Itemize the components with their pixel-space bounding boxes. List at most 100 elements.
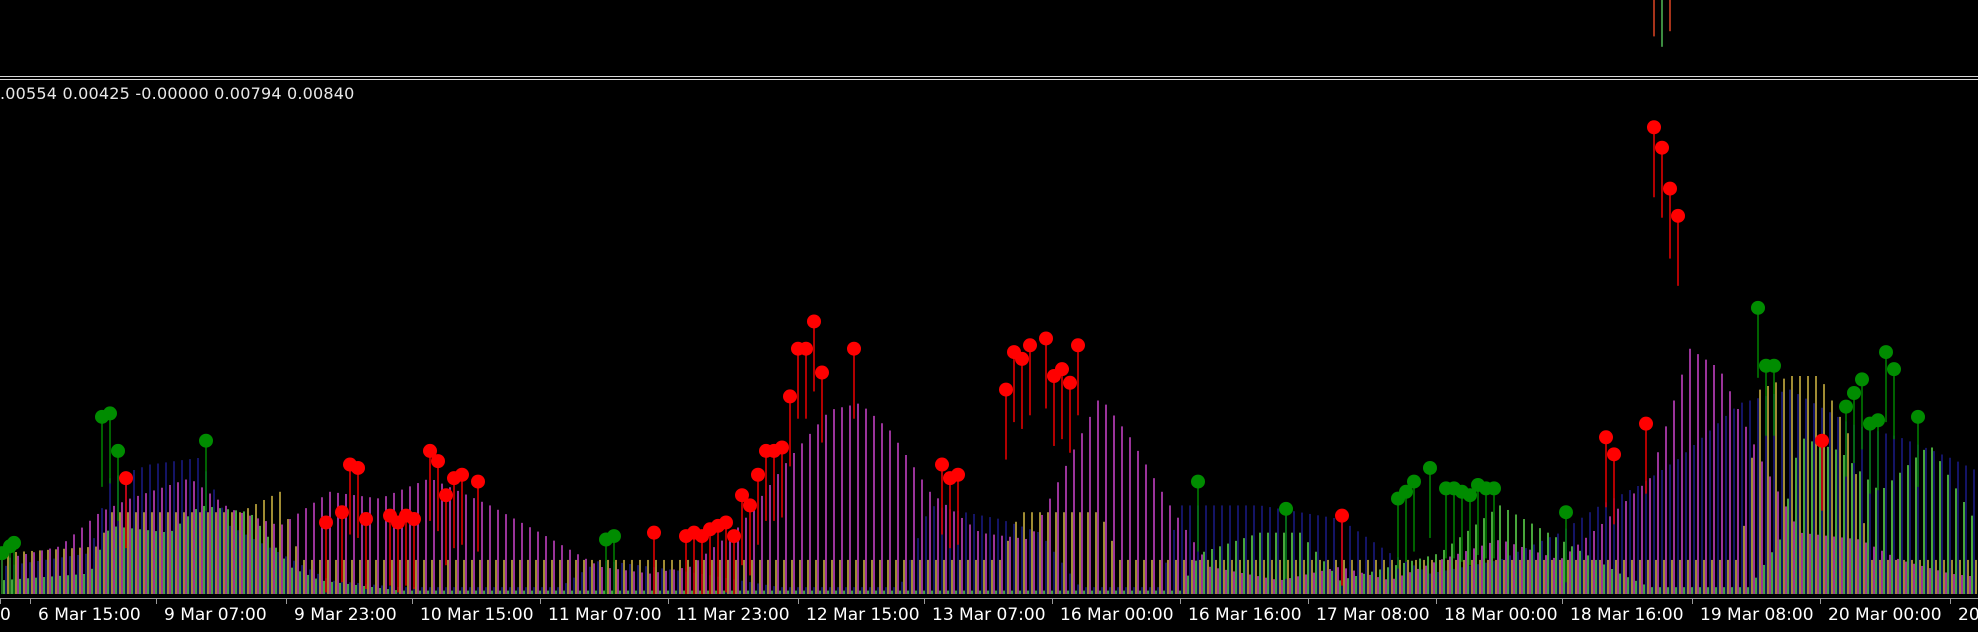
red-signal-dot	[727, 529, 741, 544]
time-axis-label: 9 Mar 23:00	[294, 605, 397, 625]
time-axis-label: 11 Mar 23:00	[676, 605, 790, 625]
time-axis-tick	[540, 599, 541, 604]
red-signal-dot	[935, 457, 949, 472]
time-axis-tick	[1308, 599, 1309, 604]
time-axis-tick	[1052, 599, 1053, 604]
time-axis-label: 10 Mar 15:00	[420, 605, 534, 625]
green-signal-dot	[1855, 372, 1869, 387]
red-signal-dot	[119, 471, 133, 486]
time-axis-tick	[156, 599, 157, 604]
time-axis-label: 0	[0, 605, 11, 625]
green-signal-dot	[1407, 474, 1421, 489]
red-signal-dot	[807, 314, 821, 329]
green-signal-dot	[1487, 481, 1501, 496]
time-axis-tick	[1180, 599, 1181, 604]
green-signal-dot	[7, 535, 21, 550]
histogram-green	[3, 438, 1973, 594]
red-signal-dot	[1647, 120, 1661, 135]
time-axis-label: 18 Mar 00:00	[1444, 605, 1558, 625]
red-signal-dot	[1335, 508, 1349, 523]
time-axis-tick	[668, 599, 669, 604]
red-signal-dot	[815, 365, 829, 380]
red-signal-dot	[719, 515, 733, 530]
red-signal-dot	[799, 341, 813, 356]
time-axis-label: 17 Mar 08:00	[1316, 605, 1430, 625]
time-axis-label: 9 Mar 07:00	[164, 605, 267, 625]
red-signal-dot	[1663, 181, 1677, 196]
time-axis-label: 19 Mar 08:00	[1700, 605, 1814, 625]
green-signal-dot	[1839, 399, 1853, 414]
green-signal-dot	[1279, 501, 1293, 516]
red-signal-dot	[1063, 375, 1077, 390]
histogram-navy	[5, 389, 1975, 594]
red-signal-dot	[455, 467, 469, 482]
red-signal-dot	[359, 512, 373, 527]
time-axis-tick	[0, 599, 1, 604]
green-signal-dot	[1767, 358, 1781, 373]
time-axis-tick	[30, 599, 31, 604]
time-axis-tick	[1820, 599, 1821, 604]
green-signal-dot	[1879, 345, 1893, 360]
time-axis-tick	[412, 599, 413, 604]
indicator-values-readout: .00554 0.00425 -0.00000 0.00794 0.00840	[0, 84, 355, 103]
time-axis-tick	[924, 599, 925, 604]
red-signal-dot	[751, 467, 765, 482]
red-signal-dot	[1071, 338, 1085, 353]
time-axis-label: 6 Mar 15:00	[38, 605, 141, 625]
red-signal-dot	[1599, 430, 1613, 445]
green-signal-dot	[607, 529, 621, 544]
time-axis-tick	[1436, 599, 1437, 604]
red-signal-dot	[319, 515, 333, 530]
time-axis-tick	[1692, 599, 1693, 604]
time-axis-tick	[286, 599, 287, 604]
green-signal-dot	[1559, 505, 1573, 520]
histogram-main	[1, 348, 1971, 594]
red-signal-dot	[1655, 140, 1669, 155]
histogram-gold	[7, 375, 1977, 594]
red-signal-dot	[335, 505, 349, 520]
red-signal-dot	[783, 389, 797, 404]
red-signal-dot	[1639, 416, 1653, 431]
green-signal-dot	[103, 406, 117, 421]
time-axis-label: 12 Mar 15:00	[806, 605, 920, 625]
red-signal-dot	[1815, 433, 1829, 448]
red-signal-dot	[775, 440, 789, 455]
red-signal-dot	[847, 341, 861, 356]
red-signal-dot	[1607, 447, 1621, 462]
time-axis-label: 20 Mar 00:00	[1828, 605, 1942, 625]
green-signal-dot	[1911, 409, 1925, 424]
red-signal-dot	[439, 488, 453, 503]
time-axis-label: 18 Mar 16:00	[1570, 605, 1684, 625]
red-signal-dot	[1039, 331, 1053, 346]
time-axis[interactable]: 0 6 Mar 15:00 9 Mar 07:00 9 Mar 23:00 10 Mar…	[0, 598, 1978, 632]
red-signal-dot	[431, 454, 445, 469]
red-signal-dot	[1671, 208, 1685, 223]
red-signal-dot	[951, 467, 965, 482]
green-signal-dot	[199, 433, 213, 448]
red-signal-dot	[999, 382, 1013, 397]
green-signal-dot	[1423, 460, 1437, 475]
time-axis-tick	[1562, 599, 1563, 604]
red-signal-dot	[1023, 338, 1037, 353]
green-signal-dot	[1871, 413, 1885, 428]
time-axis-label: 16 Mar 00:00	[1060, 605, 1174, 625]
time-axis-tick	[798, 599, 799, 604]
green-signal-dot	[111, 443, 125, 458]
red-signal-dot	[743, 498, 757, 513]
red-signal-dot	[1055, 362, 1069, 377]
upper-pane-candles	[1653, 0, 1671, 47]
red-signal-dot	[471, 474, 485, 489]
red-signal-dot	[407, 512, 421, 527]
red-signal-dot	[647, 525, 661, 540]
red-signal-dot	[1015, 351, 1029, 366]
green-signal-dot	[1847, 385, 1861, 400]
time-axis-label: 13 Mar 07:00	[932, 605, 1046, 625]
green-signal-dot	[1887, 362, 1901, 377]
time-axis-label: 20	[1958, 605, 1978, 625]
time-axis-tick	[1950, 599, 1951, 604]
time-axis-label: 16 Mar 16:00	[1188, 605, 1302, 625]
time-axis-label: 11 Mar 07:00	[548, 605, 662, 625]
green-signal-dot	[1751, 300, 1765, 315]
red-signal-dot	[351, 460, 365, 475]
green-signal-dot	[1191, 474, 1205, 489]
